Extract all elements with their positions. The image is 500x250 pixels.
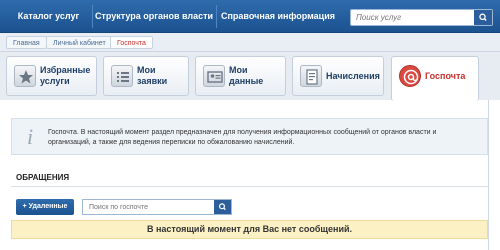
breadcrumb-cabinet[interactable]: Личный кабинет	[46, 36, 113, 49]
deleted-button[interactable]: + Удаленные	[16, 199, 74, 215]
tab-requests[interactable]: Мои заявки	[103, 56, 189, 96]
mail-search-input[interactable]	[83, 200, 215, 214]
tab-label: Госпочта	[425, 70, 466, 81]
tab-my-data[interactable]: Мои данные	[195, 56, 286, 96]
star-icon	[14, 65, 36, 87]
divider	[11, 186, 488, 187]
search-icon	[479, 13, 487, 21]
tab-label: Избранные услуги	[40, 65, 91, 86]
section-title: ОБРАЩЕНИЯ	[16, 173, 70, 182]
list-icon	[111, 65, 133, 87]
content-border	[488, 100, 489, 250]
tab-label: Начисления	[326, 70, 380, 81]
tab-charges[interactable]: Начисления	[292, 56, 384, 96]
tab-gospochta[interactable]: Госпочта	[391, 56, 479, 101]
empty-notice: В настоящий момент для Вас нет сообщений…	[11, 220, 488, 239]
breadcrumb: Главная Личный кабинет Госпочта	[0, 33, 500, 52]
info-box: i Госпочта. В настоящий момент раздел пр…	[11, 118, 488, 155]
service-search	[350, 9, 493, 26]
nav-authorities[interactable]: Структура органов власти	[93, 0, 215, 33]
top-nav-bar: Каталог услуг Структура органов власти С…	[0, 0, 500, 33]
service-search-input[interactable]	[351, 10, 476, 25]
profile-icon	[203, 65, 225, 87]
invoice-icon	[300, 65, 322, 87]
mail-search-button[interactable]	[214, 200, 231, 214]
breadcrumb-home[interactable]: Главная	[6, 36, 47, 49]
tab-label: Мои заявки	[137, 65, 168, 86]
breadcrumb-current: Госпочта	[110, 36, 153, 49]
tab-label: Мои данные	[229, 65, 264, 86]
nav-catalog[interactable]: Каталог услуг	[6, 0, 91, 33]
nav-reference[interactable]: Справочная информация	[217, 0, 339, 33]
mail-search	[82, 199, 232, 215]
search-button[interactable]	[474, 10, 492, 25]
search-icon	[218, 203, 226, 211]
tab-favorites[interactable]: Избранные услуги	[6, 56, 97, 96]
info-text: Госпочта. В настоящий момент раздел пред…	[48, 129, 437, 146]
at-sign-icon	[399, 65, 421, 87]
info-icon: i	[26, 124, 34, 149]
